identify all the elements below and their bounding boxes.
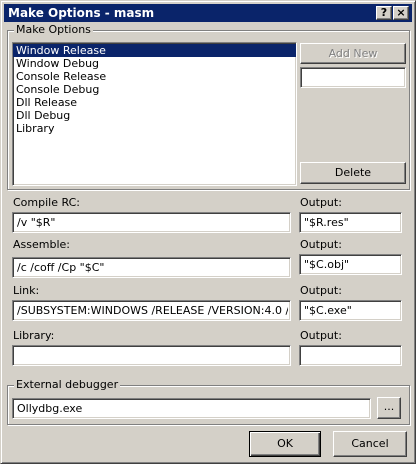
library-label: Library: — [13, 329, 55, 342]
list-item[interactable]: Dll Release — [13, 96, 296, 109]
list-item[interactable]: Window Debug — [13, 57, 296, 70]
external-debugger-group-label: External debugger — [14, 378, 121, 391]
library-output-input[interactable] — [299, 345, 402, 366]
make-options-list[interactable]: Window Release Window Debug Console Releas… — [12, 42, 297, 186]
link-text: /SUBSYSTEM:WINDOWS /RELEASE /VERSION:4.0… — [17, 304, 288, 317]
link-input[interactable]: /SUBSYSTEM:WINDOWS /RELEASE /VERSION:4.0… — [12, 300, 291, 321]
browse-debugger-button[interactable]: ... — [377, 397, 401, 419]
link-label: Link: — [13, 284, 40, 297]
library-input[interactable] — [12, 345, 291, 366]
assemble-text: /c /coff /Cp "$C" — [17, 261, 105, 274]
ok-button[interactable]: OK — [249, 431, 321, 457]
compile-rc-output-label: Output: — [300, 196, 342, 209]
assemble-input[interactable]: /c /coff /Cp "$C" — [12, 257, 291, 278]
list-item[interactable]: Window Release — [13, 44, 296, 57]
assemble-output-input[interactable]: "$C.obj" — [299, 254, 402, 275]
add-new-button[interactable]: Add New — [300, 43, 406, 64]
close-icon[interactable]: × — [393, 6, 409, 20]
title-bar[interactable]: Make Options - masm ? × — [4, 4, 412, 22]
list-item[interactable]: Console Release — [13, 70, 296, 83]
link-output-input[interactable]: "$C.exe" — [299, 300, 402, 321]
list-item[interactable]: Dll Debug — [13, 109, 296, 122]
assemble-output-label: Output: — [300, 238, 342, 251]
link-output-text: "$C.exe" — [304, 304, 352, 317]
compile-rc-text: /v "$R" — [17, 216, 56, 229]
window-title: Make Options - masm — [8, 6, 155, 20]
make-options-group-label: Make Options — [14, 23, 93, 36]
assemble-output-text: "$C.obj" — [304, 258, 350, 271]
link-output-label: Output: — [300, 284, 342, 297]
library-output-label: Output: — [300, 329, 342, 342]
compile-rc-output-input[interactable]: "$R.res" — [299, 212, 402, 233]
external-debugger-input[interactable]: Ollydbg.exe — [12, 398, 371, 419]
compile-rc-input[interactable]: /v "$R" — [12, 212, 291, 233]
list-item[interactable]: Console Debug — [13, 83, 296, 96]
cancel-button[interactable]: Cancel — [333, 431, 407, 457]
new-name-input[interactable] — [300, 67, 406, 88]
list-item[interactable]: Library — [13, 122, 296, 135]
compile-rc-label: Compile RC: — [13, 196, 80, 209]
external-debugger-text: Ollydbg.exe — [17, 402, 83, 415]
compile-rc-output-text: "$R.res" — [304, 216, 349, 229]
help-icon[interactable]: ? — [376, 6, 392, 20]
assemble-label: Assemble: — [13, 238, 70, 251]
make-options-dialog: Make Options - masm ? × Make Options Win… — [0, 0, 416, 464]
delete-button[interactable]: Delete — [300, 162, 406, 184]
